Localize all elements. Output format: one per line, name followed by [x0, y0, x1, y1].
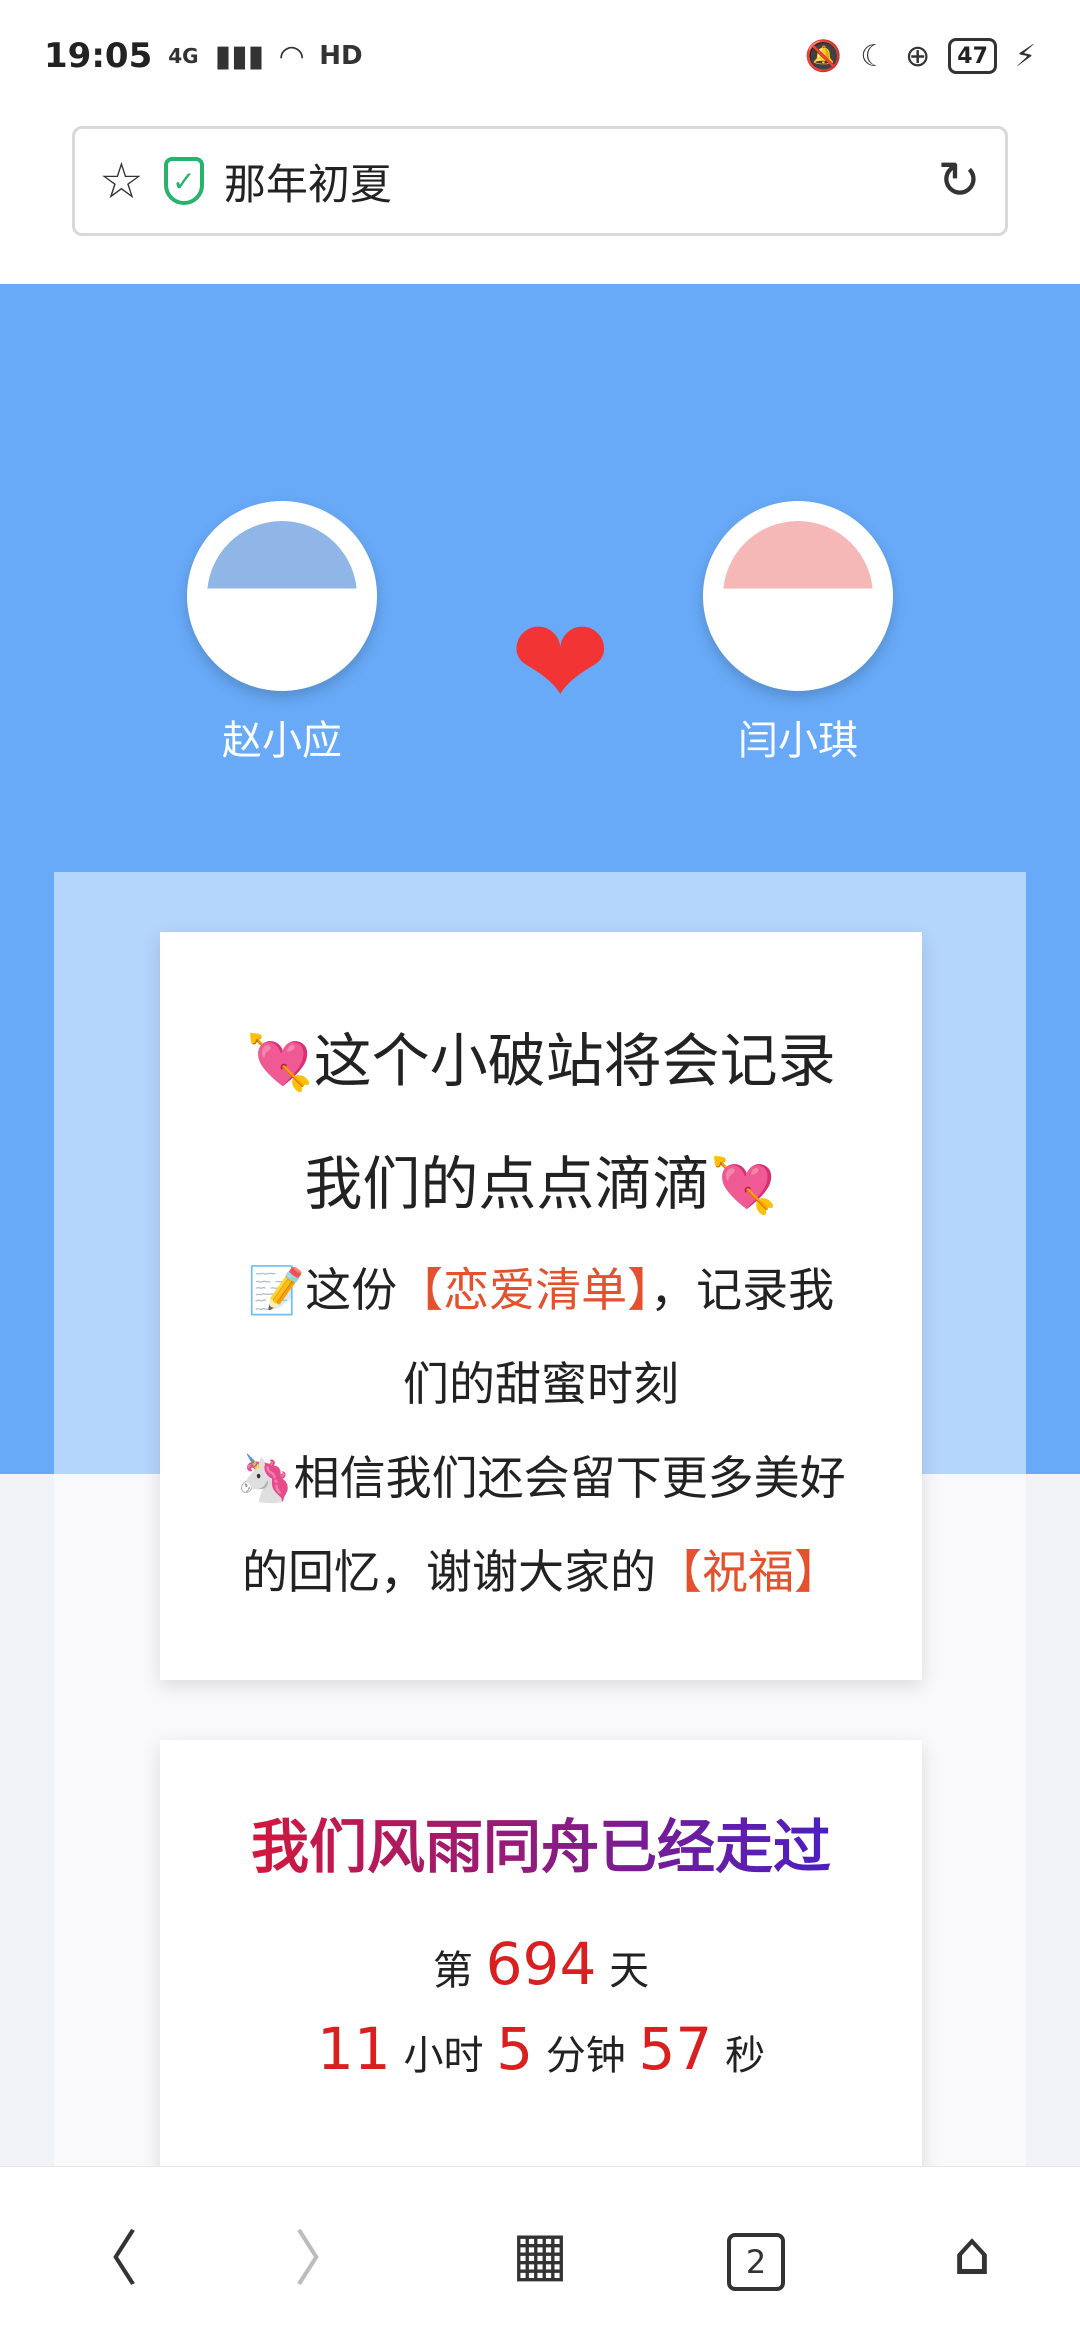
intro-line-3: 📝这份【恋爱清单】，记录我 — [247, 1263, 835, 1317]
intro-line-6: 的回忆，谢谢大家的【祝福】 — [242, 1545, 840, 1599]
battery-icon: 47 — [948, 38, 997, 74]
grid-menu-icon[interactable]: ▦ — [480, 2219, 600, 2289]
star-icon[interactable]: ☆ — [99, 156, 144, 206]
reload-icon[interactable]: ↻ — [937, 151, 981, 211]
browser-toolbar: ☆ ✓ 那年初夏 ↻ — [0, 112, 1080, 284]
forward-icon[interactable]: 〉 — [264, 2211, 384, 2298]
tabs-count: 2 — [745, 2242, 767, 2281]
intro-line-1: 💘这个小破站将会记录 — [246, 1027, 836, 1095]
minutes-value: 5 — [496, 2015, 534, 2083]
blessing-link[interactable]: 【祝福】 — [656, 1545, 840, 1599]
time-counter: 11 小时 5 分钟 57 秒 — [316, 2015, 766, 2083]
status-right: 🔕 ☾ ⊕ 47 ⚡ — [805, 38, 1036, 74]
counter-title: 我们风雨同舟已经走过 — [250, 1813, 831, 1881]
wifi-icon: ◠ — [280, 38, 304, 74]
day-counter: 第 694 天 — [432, 1930, 650, 1998]
battery-level: 47 — [957, 43, 988, 69]
back-icon[interactable]: 〈 — [48, 2211, 168, 2298]
avatar-right-image — [723, 521, 873, 671]
avatar-left-image — [207, 521, 357, 671]
tabs-button[interactable]: 2 — [696, 2218, 816, 2291]
unicorn-icon: 🦄 — [236, 1451, 294, 1505]
seconds-value: 57 — [638, 2015, 713, 2083]
shield-icon[interactable]: ✓ — [163, 157, 204, 205]
name-left: 赵小应 — [222, 718, 342, 764]
signal-bars-icon: ▮▮▮ — [214, 38, 265, 74]
avatar-left[interactable] — [187, 501, 377, 691]
heart-arrow-icon: 💘 — [710, 1154, 778, 1217]
status-left: 19:05 4G ▮▮▮ ◠ HD — [44, 36, 363, 76]
intro-line-4: 们的甜蜜时刻 — [403, 1357, 679, 1411]
lock-rotation-icon: ⊕ — [905, 38, 931, 74]
hd-icon: HD — [319, 41, 363, 71]
address-bar[interactable]: ☆ ✓ 那年初夏 ↻ — [72, 126, 1008, 236]
avatar-right[interactable] — [703, 501, 893, 691]
status-time: 19:05 — [44, 36, 153, 76]
intro-line-2: 我们的点点滴滴💘 — [304, 1150, 778, 1218]
heart-icon: ❤ — [510, 594, 611, 733]
home-icon[interactable]: ⌂ — [912, 2219, 1032, 2289]
tabs-icon: 2 — [727, 2232, 785, 2291]
intro-line-5: 🦄相信我们还会留下更多美好 — [236, 1451, 846, 1505]
heart-arrow-icon: 💘 — [246, 1031, 314, 1094]
page-title[interactable]: 那年初夏 — [224, 151, 918, 212]
days-value: 694 — [485, 1930, 597, 1998]
memo-icon: 📝 — [247, 1263, 306, 1317]
hours-value: 11 — [316, 2015, 391, 2083]
bottom-navigation: 〈 〉 ▦ 2 ⌂ — [0, 2166, 1080, 2341]
charging-icon: ⚡ — [1014, 38, 1036, 74]
moon-icon: ☾ — [860, 38, 888, 74]
name-right: 闫小琪 — [738, 718, 858, 764]
mute-icon: 🔕 — [804, 38, 843, 74]
love-list-link[interactable]: 【恋爱清单】 — [397, 1263, 650, 1317]
intro-card: 💘这个小破站将会记录 我们的点点滴滴💘 📝这份【恋爱清单】，记录我 们的甜蜜时刻… — [160, 932, 922, 1680]
signal-icon: 4G — [168, 44, 199, 68]
status-bar: 19:05 4G ▮▮▮ ◠ HD 🔕 ☾ ⊕ 47 ⚡ — [0, 0, 1080, 112]
counter-card: 我们风雨同舟已经走过 第 694 天 11 小时 5 分钟 57 秒 — [160, 1740, 922, 2180]
